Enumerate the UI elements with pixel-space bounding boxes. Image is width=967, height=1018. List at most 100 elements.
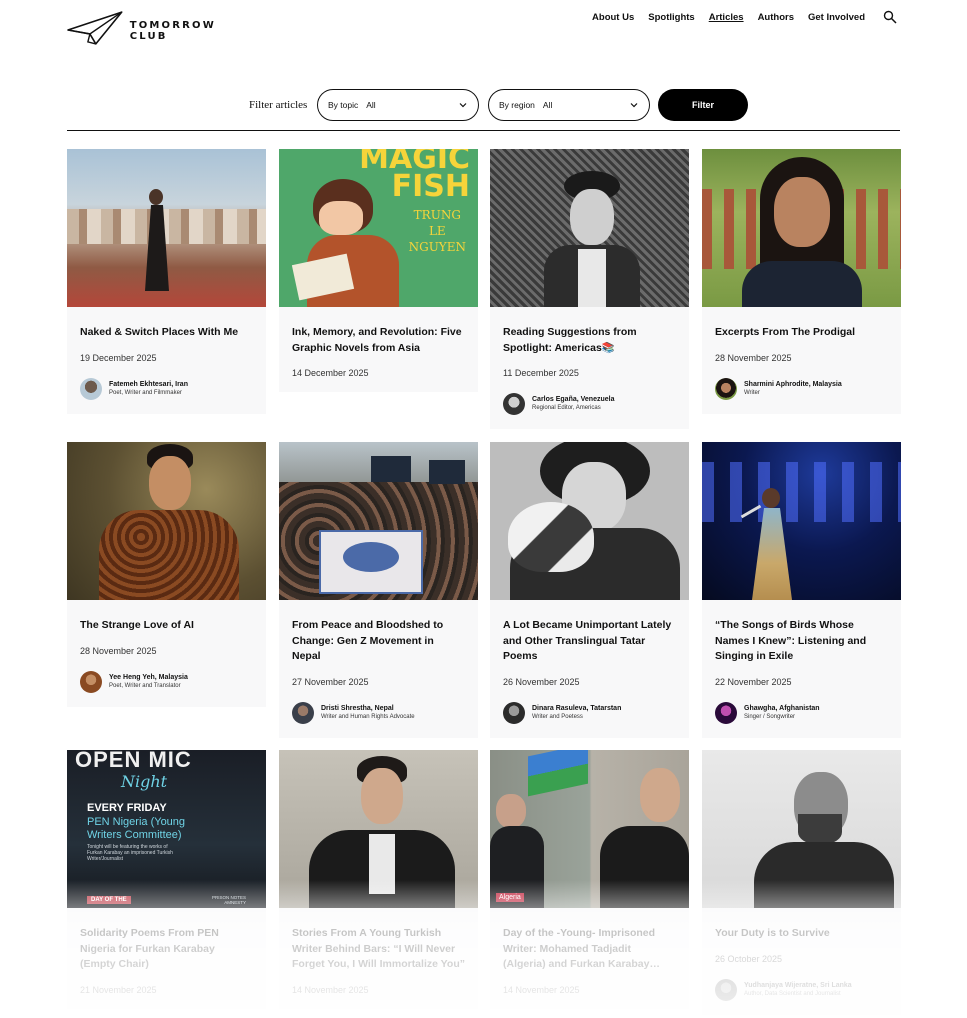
author-row[interactable]: Yee Heng Yeh, Malaysia Poet, Writer and … (80, 670, 253, 693)
article-title[interactable]: Naked & Switch Places With Me (80, 325, 253, 341)
nav-authors[interactable]: Authors (758, 12, 794, 23)
region-select[interactable]: By region All (488, 89, 650, 121)
filter-button[interactable]: Filter (658, 89, 748, 121)
article-card[interactable]: MAGIC FISH TRUNG LE NGUYEN Ink, Memory, … (279, 149, 478, 392)
nav-about-us[interactable]: About Us (592, 12, 634, 23)
article-date: 27 November 2025 (292, 676, 369, 687)
article-title[interactable]: Stories From A Young Turkish Writer Behi… (292, 926, 465, 973)
author-row[interactable]: Dristi Shrestha, Nepal Writer and Human … (292, 701, 465, 724)
author-row[interactable]: Sharmini Aphrodite, Malaysia Writer (715, 377, 888, 400)
avatar (80, 670, 102, 693)
article-image[interactable]: Algeria (490, 750, 689, 908)
article-card[interactable]: From Peace and Bloodshed to Change: Gen … (279, 442, 478, 738)
author-row[interactable]: Dinara Rasuleva, Tatarstan Writer and Po… (503, 701, 676, 724)
author-role: Writer and Poetess (532, 713, 583, 720)
article-date: 14 November 2025 (292, 984, 369, 995)
article-date: 21 November 2025 (80, 984, 157, 995)
article-card[interactable]: A Lot Became Unimportant Lately and Othe… (490, 442, 689, 738)
article-title[interactable]: Day of the -Young- Imprisoned Writer: Mo… (503, 926, 676, 973)
site-logo[interactable]: TOMORROW CLUB (66, 8, 216, 48)
nav-get-involved[interactable]: Get Involved (808, 12, 865, 23)
article-image[interactable]: MAGIC FISH TRUNG LE NGUYEN (279, 149, 478, 307)
chevron-down-icon (459, 103, 467, 108)
article-date: 28 November 2025 (715, 352, 792, 363)
article-title[interactable]: Excerpts From The Prodigal (715, 325, 888, 341)
article-date: 14 November 2025 (503, 984, 580, 995)
article-title[interactable]: “The Songs of Birds Whose Names I Knew”:… (715, 618, 888, 665)
article-date: 28 November 2025 (80, 645, 157, 656)
poster-line: PEN Nigeria (Young (87, 816, 186, 828)
logo-line-2: CLUB (129, 31, 168, 42)
author-name: Fatemeh Ekhtesari, Iran (109, 380, 188, 388)
article-image[interactable] (67, 442, 266, 600)
article-card[interactable]: OPEN MIC Night EVERY FRIDAY PEN Nigeria … (67, 750, 266, 1009)
topic-select[interactable]: By topic All (317, 89, 479, 121)
article-image[interactable] (67, 149, 266, 307)
topic-select-value: All (366, 100, 376, 110)
book-cover-line: LE (428, 224, 446, 238)
logo-text: TOMORROW CLUB (130, 20, 216, 42)
article-image[interactable] (279, 442, 478, 600)
article-image[interactable] (490, 442, 689, 600)
avatar (715, 978, 737, 1001)
author-name: Ghawgha, Afghanistan (744, 704, 820, 712)
author-role: Poet, Writer and Translator (109, 682, 181, 689)
author-name: Dristi Shrestha, Nepal (321, 704, 394, 712)
author-row[interactable]: Fatemeh Ekhtesari, Iran Poet, Writer and… (80, 377, 253, 400)
avatar (715, 377, 737, 400)
article-image[interactable] (490, 149, 689, 307)
poster-org: PEN Nigeria (Young Writers Committee) (87, 816, 185, 842)
poster-line: Writer/Journalist (87, 856, 124, 862)
author-row[interactable]: Carlos Egaña, Venezuela Regional Editor,… (503, 393, 676, 415)
article-image[interactable]: OPEN MIC Night EVERY FRIDAY PEN Nigeria … (67, 750, 266, 908)
filter-label: Filter articles (249, 99, 308, 111)
author-row[interactable]: Yudhanjaya Wijeratne, Sri Lanka Author, … (715, 978, 888, 1001)
book-cover-author: TRUNG LE NGUYEN (409, 207, 466, 255)
article-card[interactable]: Naked & Switch Places With Me 19 Decembe… (67, 149, 266, 414)
article-title[interactable]: Reading Suggestions from Spotlight: Amer… (503, 325, 676, 356)
article-title[interactable]: Ink, Memory, and Revolution: Five Graphi… (292, 325, 465, 356)
poster-line: EVERY FRIDAY (87, 802, 167, 814)
article-date: 11 December 2025 (503, 368, 579, 378)
author-name: Yudhanjaya Wijeratne, Sri Lanka (744, 981, 852, 989)
article-image[interactable] (279, 750, 478, 908)
article-card[interactable]: Stories From A Young Turkish Writer Behi… (279, 750, 478, 1009)
poster-script: Night (121, 772, 168, 791)
article-title[interactable]: Solidarity Poems From PEN Nigeria for Fu… (80, 926, 253, 973)
article-card[interactable]: The Strange Love of AI 28 November 2025 … (67, 442, 266, 707)
poster-details: Tonight will be featuring the works of F… (87, 844, 173, 862)
book-cover-line: NGUYEN (408, 240, 466, 254)
article-card[interactable]: Excerpts From The Prodigal 28 November 2… (702, 149, 901, 414)
filter-bar: Filter articles By topic All By region A… (0, 89, 967, 121)
article-title[interactable]: Your Duty is to Survive (715, 926, 888, 942)
poster-footer: PRISON NOTES AMNESTY (212, 895, 246, 905)
author-role: Writer (744, 389, 760, 396)
article-title[interactable]: A Lot Became Unimportant Lately and Othe… (503, 618, 676, 665)
nav-articles[interactable]: Articles (709, 12, 744, 23)
author-role: Regional Editor, Americas (532, 405, 601, 411)
article-card[interactable]: Reading Suggestions from Spotlight: Amer… (490, 149, 689, 429)
article-title[interactable]: The Strange Love of AI (80, 618, 253, 634)
paper-plane-icon (67, 11, 123, 45)
author-row[interactable]: Ghawgha, Afghanistan Singer / Songwriter (715, 701, 888, 724)
nav-spotlights[interactable]: Spotlights (648, 12, 694, 23)
logo-line-1: TOMORROW (129, 20, 216, 31)
divider (67, 130, 900, 131)
article-card[interactable]: “The Songs of Birds Whose Names I Knew”:… (702, 442, 901, 738)
article-title[interactable]: From Peace and Bloodshed to Change: Gen … (292, 618, 465, 665)
author-name: Yee Heng Yeh, Malaysia (109, 673, 188, 681)
article-image[interactable] (702, 149, 901, 307)
article-date: 14 December 2025 (292, 368, 369, 378)
author-name: Dinara Rasuleva, Tatarstan (532, 704, 622, 712)
author-role: Writer and Human Rights Advocate (321, 713, 415, 720)
chevron-down-icon (630, 103, 638, 108)
article-card[interactable]: Algeria Day of the -Young- Imprisoned Wr… (490, 750, 689, 1009)
avatar (80, 377, 102, 400)
article-card[interactable]: Your Duty is to Survive 26 October 2025 … (702, 750, 901, 1015)
search-icon[interactable] (883, 10, 897, 24)
article-image[interactable] (702, 750, 901, 908)
avatar (715, 701, 737, 724)
poster-banner: DAY OF THE (87, 896, 131, 904)
article-image[interactable] (702, 442, 901, 600)
poster-line: AMNESTY (224, 900, 246, 905)
